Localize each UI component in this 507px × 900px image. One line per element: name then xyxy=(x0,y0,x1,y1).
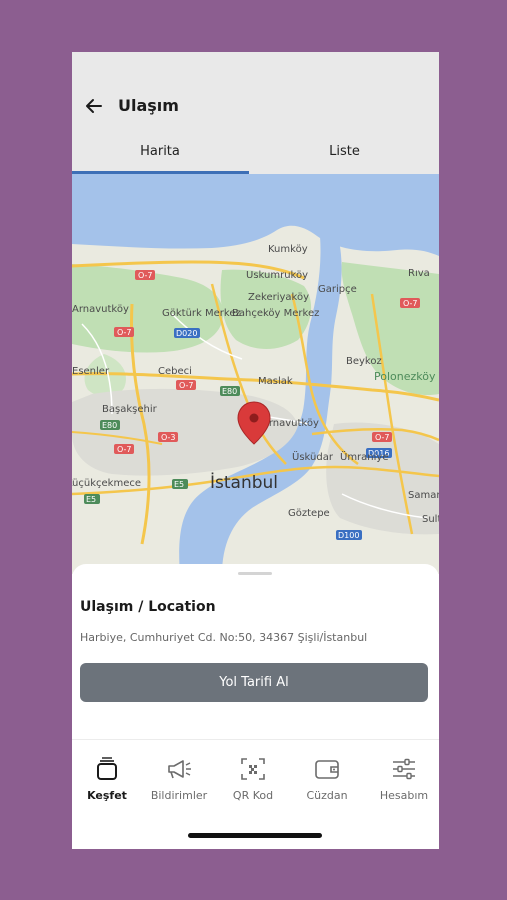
get-directions-button[interactable]: Yol Tarifi Al xyxy=(80,663,428,702)
back-button[interactable] xyxy=(82,94,106,118)
nav-item-bildirimler[interactable]: Bildirimler xyxy=(144,752,214,810)
arrow-left-icon xyxy=(86,99,102,113)
map-label: Beykoz xyxy=(346,356,382,367)
tab-harita[interactable]: Harita xyxy=(72,144,248,172)
map-canvas[interactable]: O-7 O-7 O-7 O-7 O-7 O-7 O-3 E80 E80 E5 E… xyxy=(72,174,439,574)
road-sign-label: E5 xyxy=(174,480,184,489)
qr-code-icon xyxy=(241,758,265,780)
road-sign-label: O-7 xyxy=(117,445,132,454)
wallet-icon xyxy=(315,760,339,779)
road-sign-label: O-7 xyxy=(403,299,418,308)
map-view[interactable]: O-7 O-7 O-7 O-7 O-7 O-7 O-3 E80 E80 E5 E… xyxy=(72,174,439,574)
map-label: Üsküdar xyxy=(292,450,334,463)
megaphone-icon xyxy=(168,760,191,779)
map-label: Esenler xyxy=(72,366,110,377)
nav-item-qr-kod[interactable]: QR Kod xyxy=(218,752,288,810)
bottom-nav: Keşfet Bildirimler QR Kod Cüzdan Hesabım xyxy=(72,752,439,812)
map-label: Zekeriyaköy xyxy=(248,292,309,303)
map-label: Göztepe xyxy=(288,508,330,519)
road-sign-label: O-7 xyxy=(138,271,153,280)
sheet-drag-handle[interactable] xyxy=(238,572,272,575)
map-label: Göktürk Merkez xyxy=(162,308,241,319)
map-label: İstanbul xyxy=(210,472,278,493)
road-sign-label: O-7 xyxy=(375,433,390,442)
app-header: Ulaşım Harita Liste xyxy=(72,52,439,174)
road-sign-label: O-3 xyxy=(161,433,176,442)
location-address: Harbiye, Cumhuriyet Cd. No:50, 34367 Şiş… xyxy=(80,631,368,644)
map-label: Sultanbeyli xyxy=(422,514,439,525)
nav-item-kesfet[interactable]: Keşfet xyxy=(72,752,142,810)
road-sign-label: O-7 xyxy=(117,328,132,337)
page-title: Ulaşım xyxy=(118,96,179,115)
map-label: Garipçe xyxy=(318,284,357,295)
phone-screen: Ulaşım Harita Liste O-7 O-7 O-7 O-7 O-7 … xyxy=(72,52,439,849)
nav-label: Hesabım xyxy=(379,789,429,802)
location-title: Ulaşım / Location xyxy=(80,599,216,615)
settings-sliders-icon xyxy=(393,758,415,780)
map-label: Rıva xyxy=(408,268,430,279)
road-sign-label: E80 xyxy=(102,421,117,430)
road-sign-label: D020 xyxy=(176,329,197,338)
map-label: Arnavutköy xyxy=(72,304,129,315)
home-indicator[interactable] xyxy=(188,833,322,838)
road-sign-label: E5 xyxy=(86,495,96,504)
map-label: Küçükçekmece xyxy=(72,478,141,489)
map-label: Arnavutköy xyxy=(262,418,319,429)
road-sign-label: O-7 xyxy=(179,381,194,390)
map-label: Polonezköy Tabiat Parkı xyxy=(374,370,439,383)
road-sign-label: D100 xyxy=(338,531,359,540)
discover-icon xyxy=(97,757,117,780)
map-label: Uskumruköy xyxy=(246,270,308,281)
nav-item-cuzdan[interactable]: Cüzdan xyxy=(292,752,362,810)
map-label: Samandıra xyxy=(408,490,439,501)
tab-liste[interactable]: Liste xyxy=(250,144,439,172)
map-label: Kumköy xyxy=(268,244,308,255)
map-label: Maslak xyxy=(258,376,293,387)
nav-item-hesabim[interactable]: Hesabım xyxy=(369,752,439,810)
map-label: Bahçeköy Merkez xyxy=(232,308,319,319)
nav-divider xyxy=(72,739,439,740)
map-label: Cebeci xyxy=(158,366,192,377)
road-sign-label: E80 xyxy=(222,387,237,396)
map-label: Ümraniye xyxy=(340,450,389,463)
map-label: Başakşehir xyxy=(102,404,158,415)
location-sheet: Ulaşım / Location Harbiye, Cumhuriyet Cd… xyxy=(72,564,439,764)
